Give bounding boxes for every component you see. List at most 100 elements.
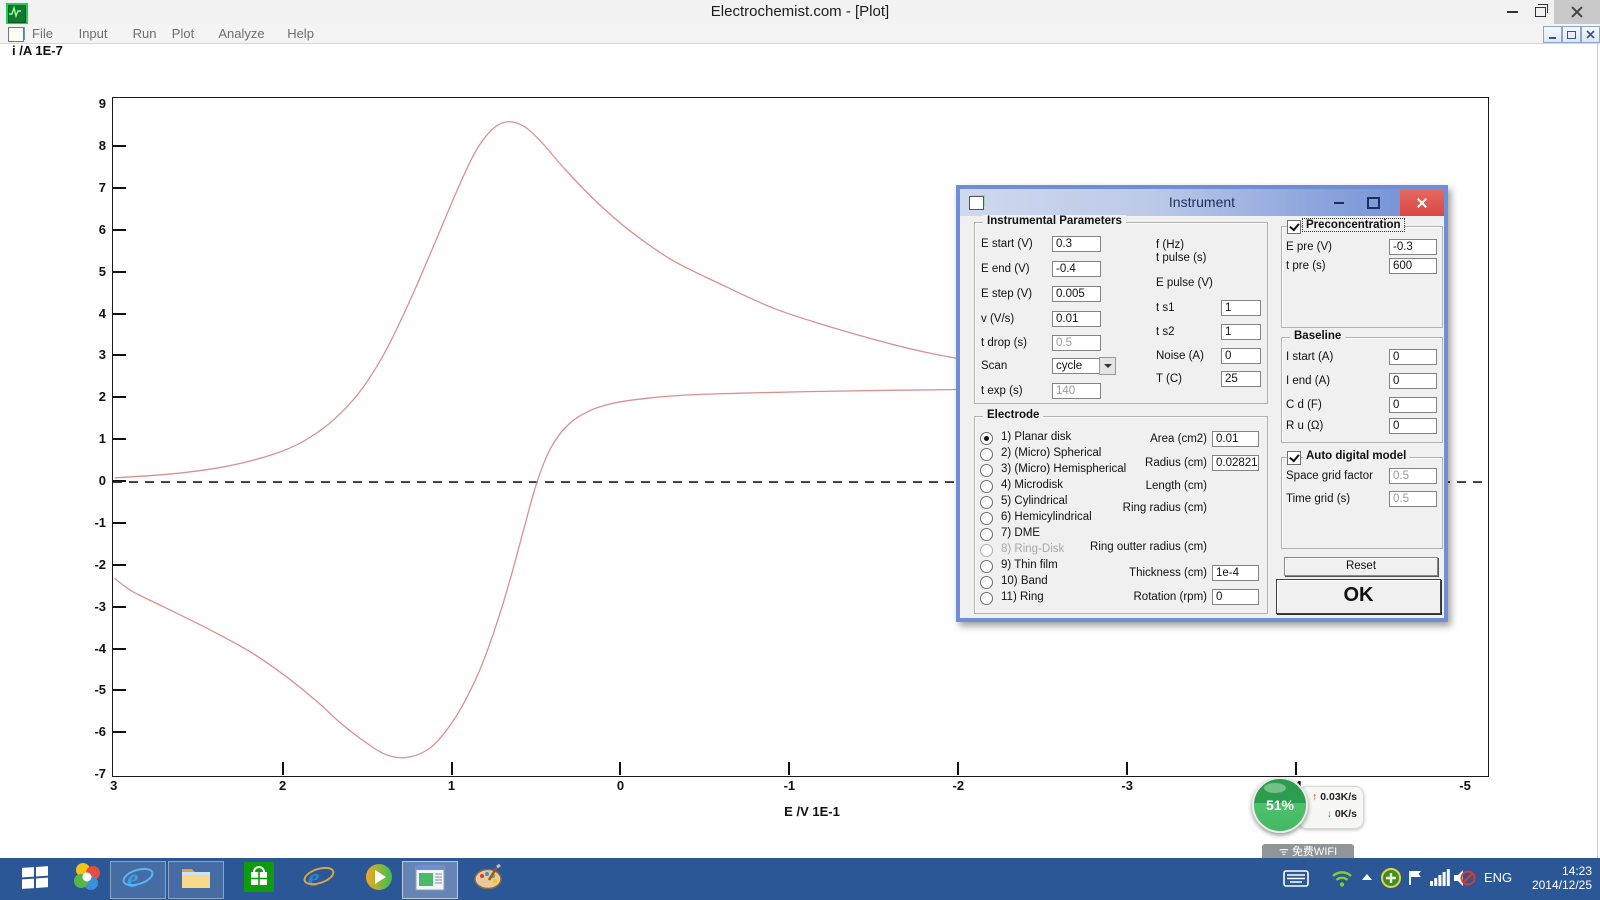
electrochemist-window-icon	[415, 865, 445, 896]
field-t-exp-s-input[interactable]: 140	[1052, 383, 1101, 399]
hidden-icons-arrow-icon[interactable]	[1362, 874, 1372, 880]
radio-1-planar-disk[interactable]	[980, 432, 993, 445]
menu-item-analyze[interactable]: Analyze	[216, 26, 266, 41]
radio-6-hemicylindrical[interactable]	[980, 512, 993, 525]
start-button-taskbar-item[interactable]	[8, 861, 62, 897]
field-t-pre-s-input[interactable]: 600	[1389, 258, 1437, 274]
field-v-v-s-input[interactable]: 0.01	[1052, 311, 1101, 327]
menu-item-input[interactable]: Input	[77, 26, 110, 41]
mdi-close-button[interactable]	[1581, 26, 1600, 43]
scan-dropdown-button[interactable]	[1099, 357, 1116, 375]
label-t-c: T (C)	[1156, 373, 1182, 385]
radio-10-band[interactable]	[980, 576, 993, 589]
radio-9-thin-film[interactable]	[980, 560, 993, 573]
field-rotation-rpm-input[interactable]: 0	[1212, 589, 1259, 605]
y-tick-label: 4	[60, 306, 106, 321]
dialog-close-button[interactable]	[1400, 189, 1444, 216]
field-t-s1-input[interactable]: 1	[1221, 300, 1261, 316]
label-t-exp-s: t exp (s)	[981, 385, 1023, 397]
radio-2-micro-spherical[interactable]	[980, 448, 993, 461]
field-noise-a-input[interactable]: 0	[1221, 348, 1261, 364]
upload-arrow-icon: ↑	[1312, 791, 1317, 803]
radio-11-ring[interactable]	[980, 592, 993, 605]
field-e-pre-v-input[interactable]: -0.3	[1389, 239, 1437, 255]
label-noise-a: Noise (A)	[1156, 350, 1204, 362]
field-time-grid-s-input[interactable]: 0.5	[1389, 491, 1437, 507]
file-explorer-taskbar-item[interactable]	[168, 861, 224, 899]
field-i-end-a-input[interactable]: 0	[1389, 373, 1437, 389]
menu-item-file[interactable]: File	[30, 26, 55, 41]
field-e-start-v-input[interactable]: 0.3	[1052, 236, 1101, 252]
radio-7-dme[interactable]	[980, 528, 993, 541]
instrument-dialog: Instrument Instrumental Parameters Elect…	[956, 185, 1448, 622]
radio-4-microdisk[interactable]	[980, 480, 993, 493]
windows-store-icon	[244, 862, 274, 897]
y-tick-label: 3	[60, 347, 106, 362]
internet-explorer-taskbar-item[interactable]: e	[110, 861, 166, 899]
field-thickness-cm-input[interactable]: 1e-4	[1212, 565, 1259, 581]
wifi-green-icon[interactable]	[1330, 868, 1354, 888]
label-f-hz: f (Hz)	[1156, 239, 1184, 251]
field-scan-input[interactable]: cycle	[1052, 358, 1101, 374]
language-indicator[interactable]: ENG	[1484, 870, 1512, 885]
menu-item-run[interactable]: Run	[131, 26, 159, 41]
volume-muted-icon[interactable]	[1452, 868, 1476, 888]
label-t-pre-s: t pre (s)	[1286, 260, 1326, 272]
field-t-c-input[interactable]: 25	[1221, 371, 1261, 387]
label-c-d-f: C d (F)	[1286, 399, 1322, 411]
touch-keyboard-icon[interactable]	[1283, 870, 1309, 887]
dialog-restore-button[interactable]	[1360, 189, 1386, 216]
tray-time: 14:23	[1532, 864, 1592, 878]
tencent-video-taskbar-item[interactable]	[352, 861, 406, 897]
radio-label-9-thin-film: 9) Thin film	[1001, 559, 1058, 571]
mdi-restore-button[interactable]	[1562, 26, 1581, 43]
tencent-video-icon	[364, 862, 394, 897]
field-e-end-v-input[interactable]: -0.4	[1052, 261, 1101, 277]
field-radius-cm-input[interactable]: 0.02821	[1212, 455, 1259, 471]
label-length-cm: Length (cm)	[1055, 480, 1207, 492]
360-speed-ball[interactable]: 51%	[1252, 777, 1308, 833]
windows-store-taskbar-item[interactable]	[232, 861, 286, 897]
y-tick-label: 1	[60, 431, 106, 446]
360-orb-icon[interactable]	[1381, 868, 1401, 888]
close-button[interactable]	[1554, 0, 1600, 24]
internet-explorer2-taskbar-item[interactable]: e	[292, 861, 346, 897]
dialog-titlebar[interactable]: Instrument	[960, 189, 1444, 216]
preconcentration-checkbox[interactable]	[1287, 220, 1301, 234]
field-r-u-input[interactable]: 0	[1389, 418, 1437, 434]
taskbar: e e ENG 14:232014/12/25	[0, 858, 1600, 900]
clock[interactable]: 14:232014/12/25	[1518, 864, 1592, 892]
flag-icon[interactable]	[1407, 869, 1425, 887]
upload-speed: 0.03K/s	[1320, 791, 1357, 803]
ok-button[interactable]: OK	[1276, 579, 1441, 614]
x-tick-label: 3	[97, 778, 131, 793]
field-c-d-f-input[interactable]: 0	[1389, 397, 1437, 413]
field-t-drop-s-input[interactable]: 0.5	[1052, 335, 1101, 351]
label-area-cm2: Area (cm2)	[1055, 433, 1207, 445]
field-i-start-a-input[interactable]: 0	[1389, 349, 1437, 365]
restore-button[interactable]	[1526, 0, 1554, 24]
y-tick-label: 7	[60, 180, 106, 195]
x-tick-label: 2	[266, 778, 300, 793]
network-bars-icon[interactable]	[1430, 869, 1450, 886]
paint-taskbar-item[interactable]	[462, 861, 516, 897]
mdi-minimize-button[interactable]	[1543, 26, 1562, 43]
y-tick-label: 2	[60, 389, 106, 404]
reset-button[interactable]: Reset	[1284, 557, 1438, 576]
label-t-s1: t s1	[1156, 302, 1175, 314]
menu-item-help[interactable]: Help	[285, 26, 316, 41]
radio-5-cylindrical[interactable]	[980, 496, 993, 509]
dialog-minimize-button[interactable]	[1326, 189, 1352, 216]
minimize-button[interactable]	[1498, 0, 1526, 24]
field-t-s2-input[interactable]: 1	[1221, 324, 1261, 340]
field-area-cm2-input[interactable]: 0.01	[1212, 431, 1259, 447]
auto-digital-model-checkbox[interactable]	[1287, 451, 1301, 465]
radio-3-micro-hemispherical[interactable]	[980, 464, 993, 477]
360-safe-pinwheel-taskbar-item[interactable]	[60, 861, 114, 897]
electrochemist-window-taskbar-item[interactable]	[402, 861, 458, 899]
field-e-step-v-input[interactable]: 0.005	[1052, 286, 1101, 302]
minimize-icon	[1507, 11, 1518, 13]
menu-item-plot[interactable]: Plot	[170, 26, 196, 41]
y-tick-label: 8	[60, 138, 106, 153]
field-space-grid-factor-input[interactable]: 0.5	[1389, 468, 1437, 484]
